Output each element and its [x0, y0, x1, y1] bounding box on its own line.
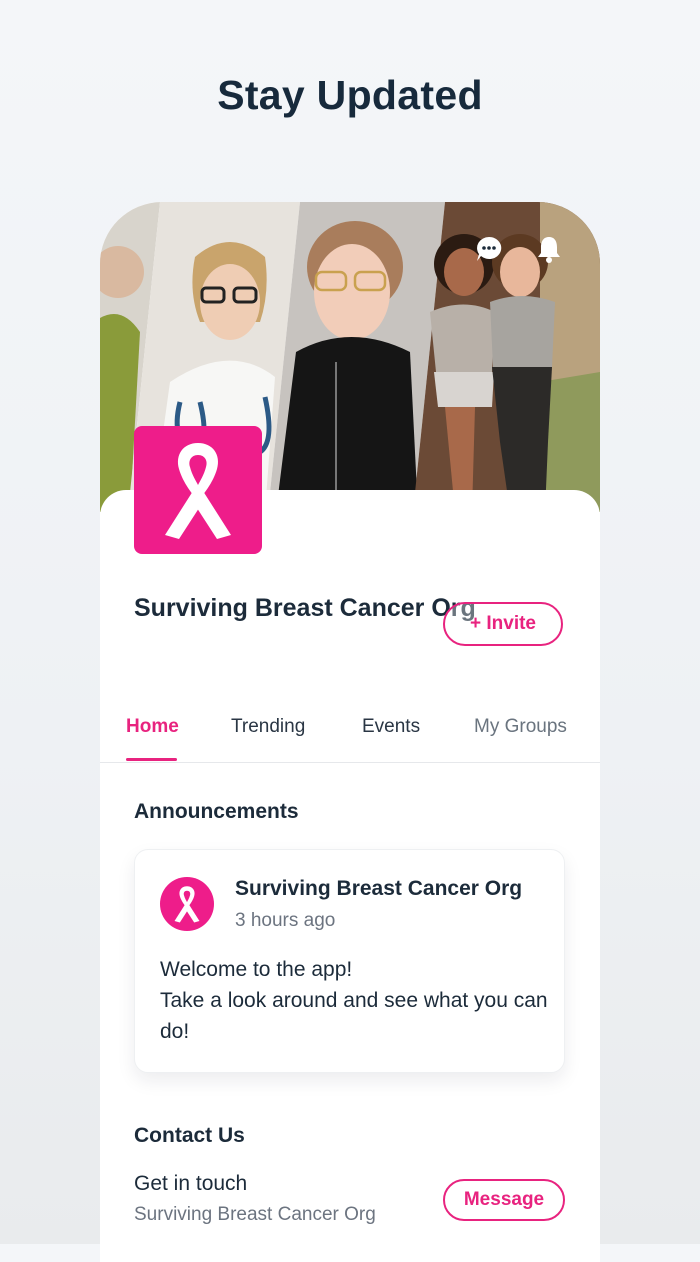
- tab-bar: Home Trending Events My Groups: [100, 710, 600, 763]
- contact-title: Contact Us: [134, 1124, 245, 1147]
- post-timestamp: 3 hours ago: [235, 910, 336, 931]
- group-name: Surviving Breast Cancer Org: [134, 594, 476, 622]
- announcement-card[interactable]: Surviving Breast Cancer Org 3 hours ago …: [134, 849, 565, 1073]
- post-body: Welcome to the app! Take a look around a…: [160, 954, 550, 1047]
- group-logo: [134, 426, 262, 554]
- post-author: Surviving Breast Cancer Org: [235, 877, 523, 900]
- message-button[interactable]: Message: [443, 1179, 565, 1221]
- contact-subtitle: Get in touch: [134, 1172, 248, 1195]
- invite-button[interactable]: + Invite: [443, 602, 563, 646]
- pink-ribbon-icon: [174, 886, 200, 923]
- tab-trending[interactable]: Trending: [231, 716, 305, 738]
- headline: Stay Updated: [217, 72, 483, 118]
- chat-bubble-icon[interactable]: [474, 234, 504, 264]
- bell-icon[interactable]: [534, 234, 564, 264]
- tab-home[interactable]: Home: [126, 716, 179, 738]
- pink-ribbon-icon: [165, 443, 231, 539]
- announcements-title: Announcements: [134, 800, 299, 823]
- post-body-line: Take a look around and see what you can …: [160, 989, 548, 1043]
- active-tab-indicator: [126, 758, 177, 761]
- tab-events[interactable]: Events: [362, 716, 420, 738]
- contact-org-name: Surviving Breast Cancer Org: [134, 1204, 376, 1225]
- phone-frame: Surviving Breast Cancer Org + Invite Hom…: [100, 202, 600, 1262]
- tab-my-groups[interactable]: My Groups: [474, 716, 567, 738]
- post-body-line: Welcome to the app!: [160, 958, 353, 981]
- avatar: [160, 877, 214, 931]
